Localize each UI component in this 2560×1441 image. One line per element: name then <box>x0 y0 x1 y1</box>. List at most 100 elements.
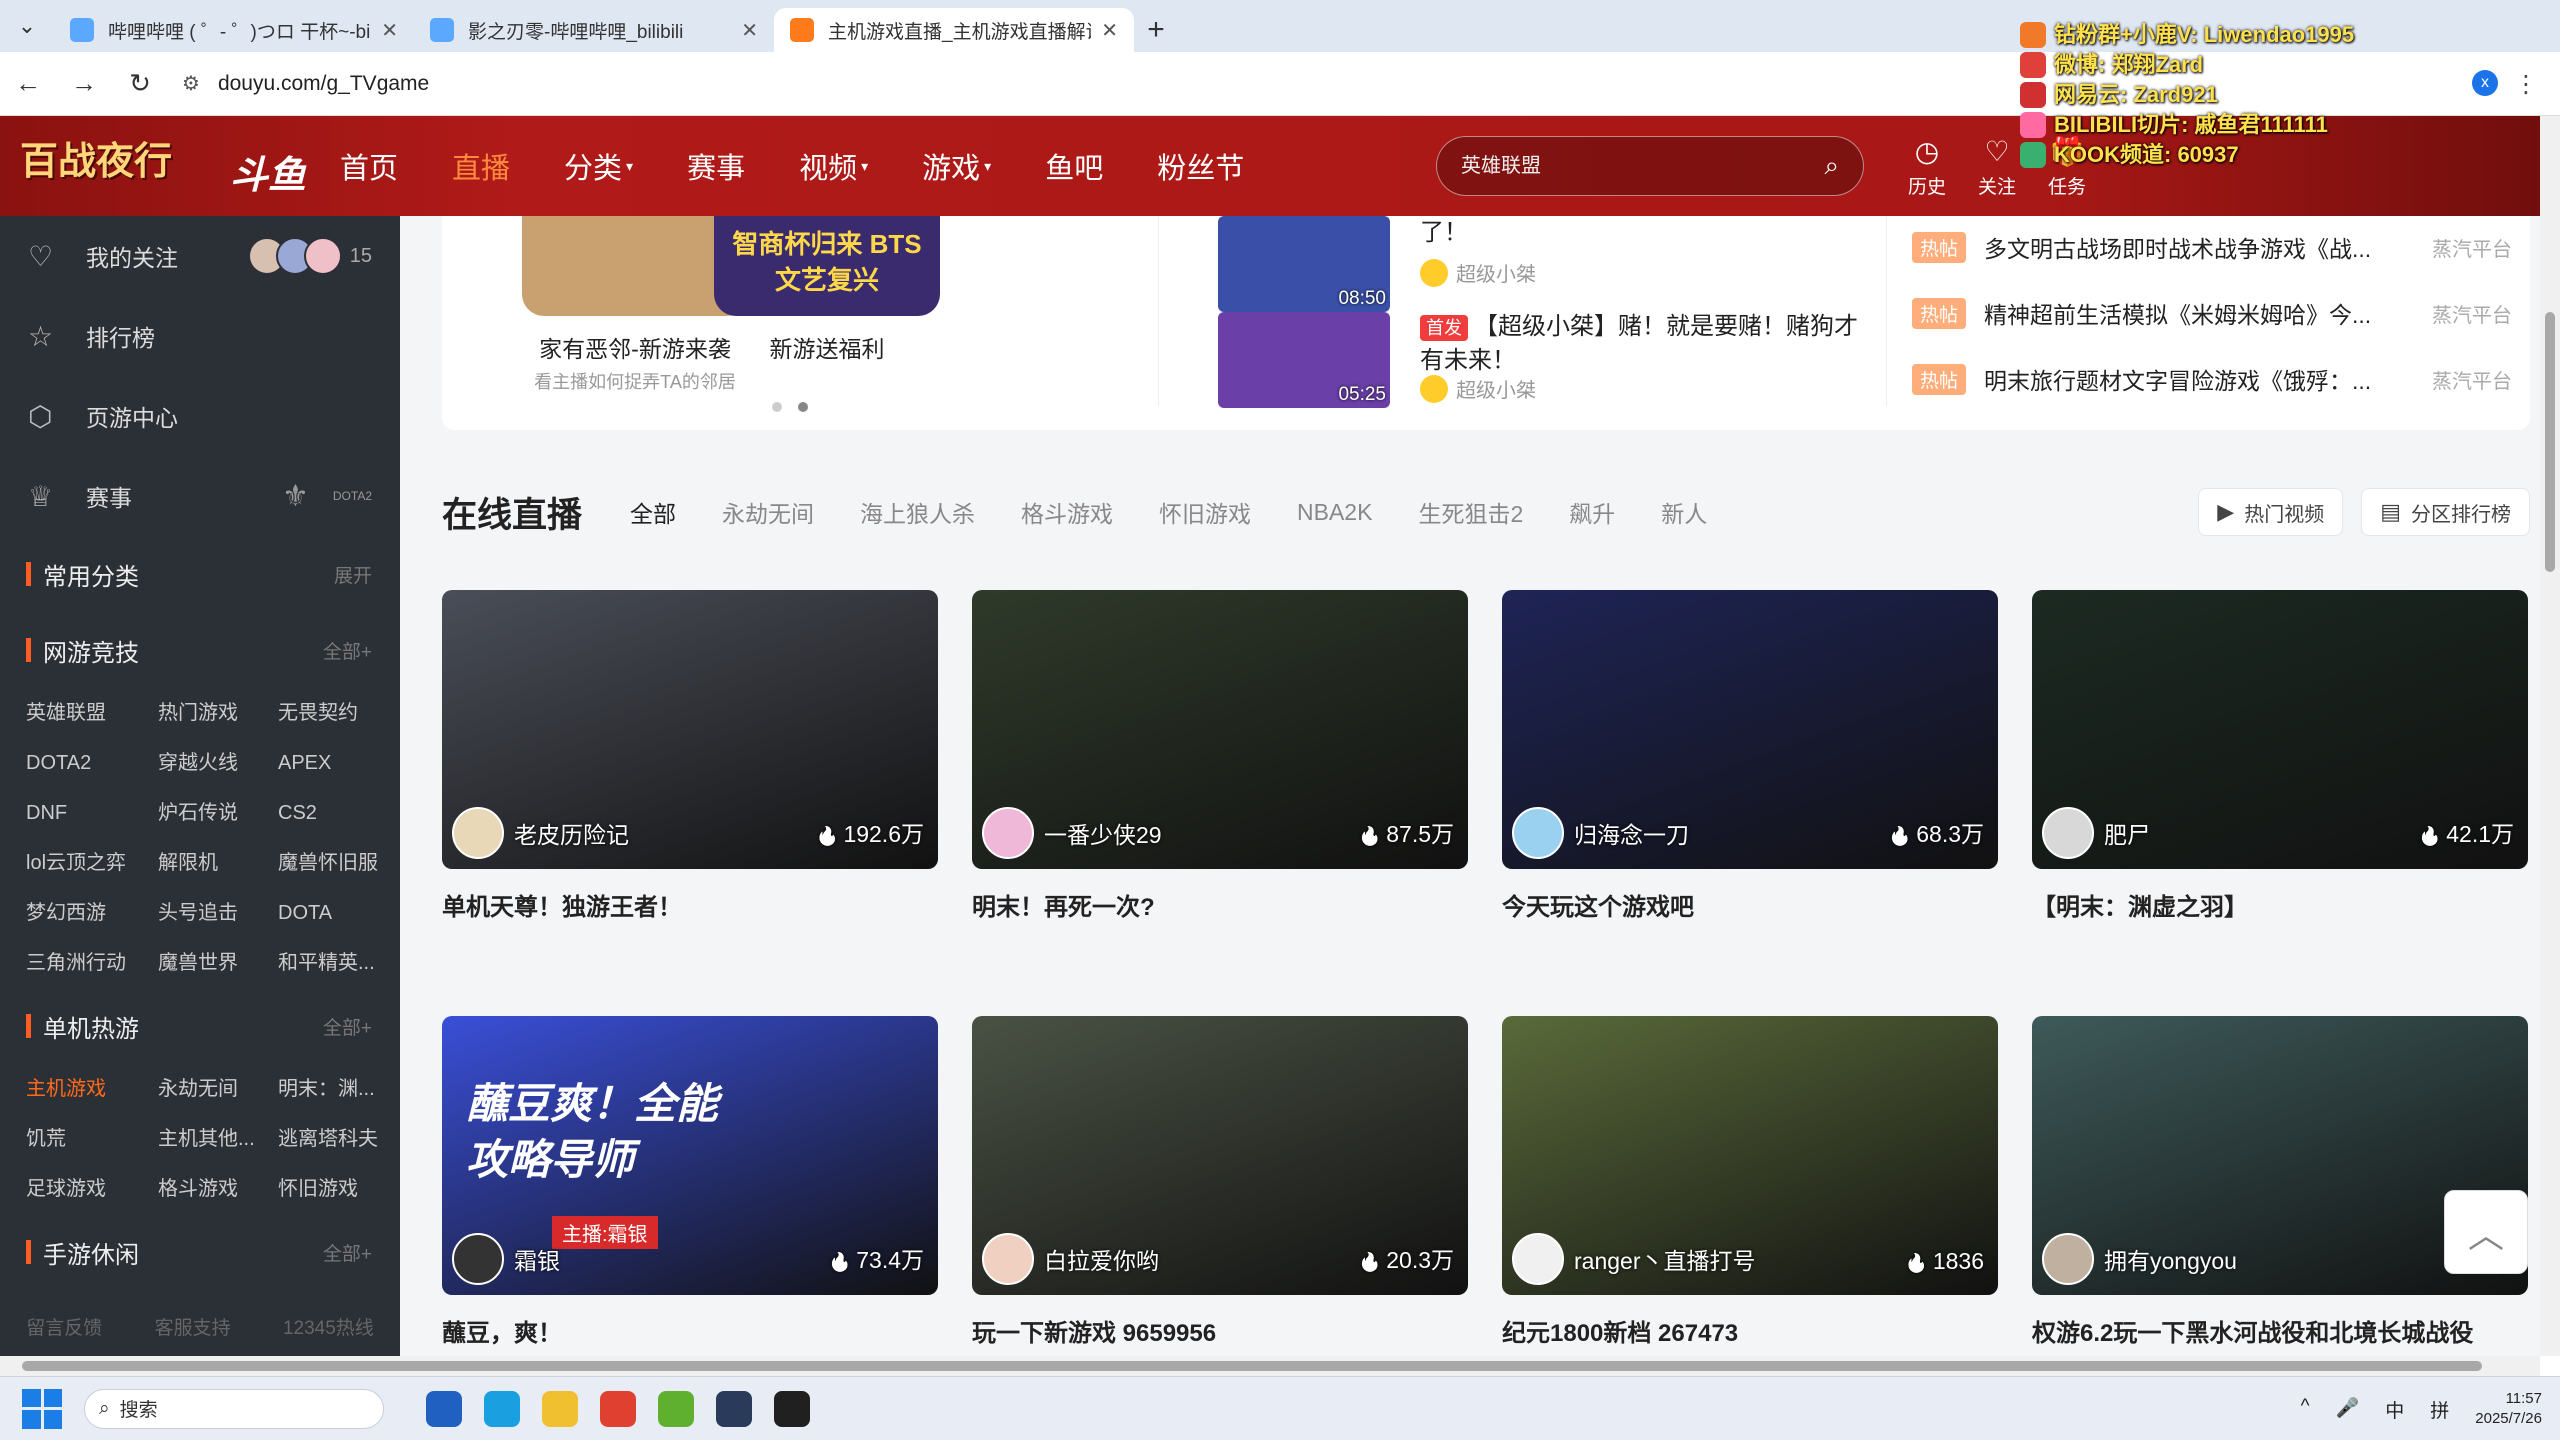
profile-avatar[interactable]: x <box>2472 70 2498 96</box>
live-tab[interactable]: 永劫无间 <box>722 495 814 529</box>
hot-post[interactable]: 热帖 明末旅行题材文字冒险游戏《饿殍：... 蒸汽平台 <box>1912 362 2512 396</box>
anchor-info[interactable]: 霜银 <box>452 1233 560 1285</box>
live-tab[interactable]: 怀旧游戏 <box>1159 495 1251 529</box>
expand-link[interactable]: 展开 <box>334 561 372 588</box>
sidebar-category-link[interactable]: APEX <box>278 738 398 788</box>
live-thumbnail[interactable]: 蘸豆爽！全能攻略导师 主播:霜银 霜银 🔥 73.4万 <box>442 1016 938 1295</box>
live-room-card[interactable]: 一番少侠29 🔥 87.5万 明末！再死一次? <box>972 590 1468 922</box>
live-room-card[interactable]: 归海念一刀 🔥 68.3万 今天玩这个游戏吧 <box>1502 590 1998 922</box>
live-thumbnail[interactable]: 一番少侠29 🔥 87.5万 <box>972 590 1468 869</box>
menu-item[interactable]: 直播 <box>452 145 510 187</box>
video-button[interactable]: ▶ 热门视频 <box>2198 488 2344 536</box>
header-clock-button[interactable]: ◷ 历史 <box>1892 132 1962 199</box>
tab-search-button[interactable]: ⌄ <box>0 0 54 52</box>
live-thumbnail[interactable]: ranger丶直播打号 🔥 1836 <box>1502 1016 1998 1295</box>
live-room-card[interactable]: 拥有yongyou🔥 权游6.2玩一下黑水河战役和北境长城战役 <box>2032 1016 2528 1348</box>
sidebar-category-link[interactable]: 主机游戏 <box>26 1064 158 1114</box>
video-thumbnail[interactable]: 08:50 <box>1218 216 1390 312</box>
live-thumbnail[interactable]: 白拉爱你哟 🔥 20.3万 <box>972 1016 1468 1295</box>
close-icon[interactable]: ✕ <box>1101 18 1118 43</box>
sidebar-category-link[interactable]: 梦幻西游 <box>26 888 158 938</box>
taskbar-app-icon[interactable] <box>716 1390 752 1427</box>
live-tab[interactable]: 新人 <box>1661 495 1707 529</box>
vertical-scrollbar[interactable] <box>2540 116 2560 1356</box>
sidebar-category-link[interactable]: 解限机 <box>158 838 278 888</box>
room-title[interactable]: 蘸豆，爽！ <box>442 1313 938 1348</box>
video-thumbnail[interactable]: 05:25 <box>1218 312 1390 408</box>
hot-post[interactable]: 热帖 多文明古战场即时战术战争游戏《战... 蒸汽平台 <box>1912 230 2512 264</box>
close-icon[interactable]: ✕ <box>381 18 398 43</box>
sidebar-item[interactable]: ♡ 我的关注 15 <box>0 216 400 296</box>
sidebar-category-link[interactable]: 主机其他... <box>158 1114 278 1164</box>
hot-post[interactable]: 热帖 精神超前生活模拟《米姆米姆哈》今... 蒸汽平台 <box>1912 296 2512 330</box>
sidebar-category-link[interactable]: 穿越火线 <box>158 738 278 788</box>
room-title[interactable]: 权游6.2玩一下黑水河战役和北境长城战役 <box>2032 1313 2528 1348</box>
taskbar-search[interactable]: ⌕ 搜索 <box>84 1388 384 1429</box>
rank-list-button[interactable]: ▤ 分区排行榜 <box>2361 488 2530 536</box>
anchor-info[interactable]: 一番少侠29 <box>982 807 1162 859</box>
menu-item[interactable]: 粉丝节 <box>1157 145 1244 187</box>
back-button[interactable]: ← <box>0 68 56 99</box>
live-room-card[interactable]: 蘸豆爽！全能攻略导师 主播:霜银 霜银 🔥 73.4万蘸豆，爽！ <box>442 1016 938 1348</box>
windows-start-icon[interactable] <box>22 1388 62 1429</box>
browser-menu-icon[interactable]: ⋮ <box>2514 70 2538 99</box>
search-input[interactable] <box>1461 154 1825 178</box>
live-thumbnail[interactable]: 老皮历险记 🔥 192.6万 <box>442 590 938 869</box>
live-tab[interactable]: 飙升 <box>1569 495 1615 529</box>
room-title[interactable]: 【明末：渊虚之羽】 <box>2032 887 2528 922</box>
forward-button[interactable]: → <box>56 68 112 99</box>
footer-link[interactable]: 留言反馈 <box>26 1313 102 1340</box>
live-tab[interactable]: 生死狙击2 <box>1418 495 1523 529</box>
taskbar-app-icon[interactable] <box>426 1390 462 1427</box>
taskbar-app-icon[interactable] <box>600 1390 636 1427</box>
menu-item[interactable]: 赛事 <box>687 145 745 187</box>
tray-icon[interactable]: 拼 <box>2430 1396 2449 1423</box>
tray-icon[interactable]: 🎤 <box>2336 1396 2360 1423</box>
browser-tab[interactable]: 哔哩哔哩 ( ゜- ゜)つロ 干杯~-bili ✕ <box>54 8 414 52</box>
sidebar-category-link[interactable]: lol云顶之弈 <box>26 838 158 888</box>
anchor-info[interactable]: 肥尸 <box>2042 807 2150 859</box>
carousel-dot[interactable] <box>772 402 782 412</box>
sidebar-category-link[interactable]: 饥荒 <box>26 1114 158 1164</box>
horizontal-scrollbar[interactable] <box>0 1356 2540 1376</box>
browser-tab[interactable]: 影之刃零-哔哩哔哩_bilibili ✕ <box>414 8 774 52</box>
anchor-info[interactable]: 归海念一刀 <box>1512 807 1689 859</box>
all-link[interactable]: 全部+ <box>323 1239 372 1266</box>
room-title[interactable]: 单机天尊！独游王者！ <box>442 887 938 922</box>
sidebar-category-link[interactable]: 无畏契约 <box>278 688 398 738</box>
tray-icon[interactable]: ^ <box>2301 1396 2310 1423</box>
video-title[interactable]: 首发 【超级小桀】赌！就是要赌！赌狗才有未来！ <box>1420 310 1880 378</box>
live-room-card[interactable]: 肥尸 🔥 42.1万 【明末：渊虚之羽】 <box>2032 590 2528 922</box>
anchor-info[interactable]: 白拉爱你哟 <box>982 1233 1159 1285</box>
video-author[interactable]: 超级小桀 <box>1420 374 1536 403</box>
live-tab[interactable]: 格斗游戏 <box>1021 495 1113 529</box>
carousel-dot-active[interactable] <box>798 402 808 412</box>
room-title[interactable]: 纪元1800新档 267473 <box>1502 1313 1998 1348</box>
sidebar-category-link[interactable]: 怀旧游戏 <box>278 1164 398 1214</box>
footer-link[interactable]: 客服支持 <box>155 1313 231 1340</box>
live-tab[interactable]: 全部 <box>630 495 676 529</box>
sidebar-category-link[interactable]: 和平精英... <box>278 938 398 988</box>
sidebar-category-link[interactable]: 格斗游戏 <box>158 1164 278 1214</box>
clock[interactable]: 11:57 2025/7/26 <box>2475 1389 2542 1429</box>
all-link[interactable]: 全部+ <box>323 637 372 664</box>
anchor-info[interactable]: ranger丶直播打号 <box>1512 1233 1755 1285</box>
video-author[interactable]: 超级小桀 <box>1420 258 1536 287</box>
video-title[interactable]: 了！ <box>1420 216 1880 250</box>
live-tab[interactable]: NBA2K <box>1297 499 1372 526</box>
taskbar-app-icon[interactable] <box>658 1390 694 1427</box>
taskbar-app-icon[interactable] <box>774 1390 810 1427</box>
sidebar-item[interactable]: ☆ 排行榜 <box>0 296 400 376</box>
scroll-thumb[interactable] <box>2545 312 2555 572</box>
sidebar-category-link[interactable]: DOTA <box>278 888 398 938</box>
live-thumbnail[interactable]: 归海念一刀 🔥 68.3万 <box>1502 590 1998 869</box>
reload-button[interactable]: ↻ <box>112 68 168 99</box>
new-tab-button[interactable]: + <box>1134 8 1178 52</box>
sidebar-category-link[interactable]: DOTA2 <box>26 738 158 788</box>
sidebar-category-link[interactable]: 逃离塔科夫 <box>278 1114 398 1164</box>
live-tab[interactable]: 海上狼人杀 <box>860 495 975 529</box>
sidebar-category-link[interactable]: 炉石传说 <box>158 788 278 838</box>
menu-item[interactable]: 鱼吧 <box>1045 145 1103 187</box>
sidebar-category-link[interactable]: 头号追击 <box>158 888 278 938</box>
search-icon[interactable]: ⌕ <box>1824 150 1839 182</box>
